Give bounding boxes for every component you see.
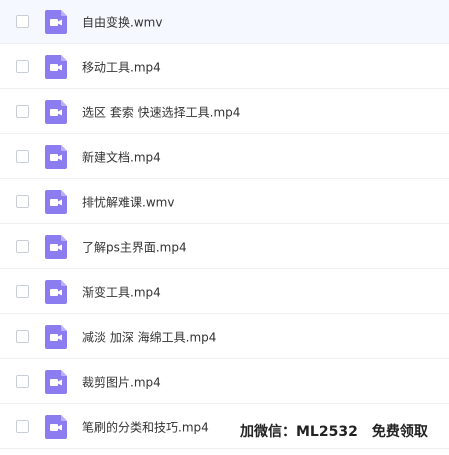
- video-file-icon: [45, 279, 67, 304]
- file-row[interactable]: 移动工具.mp4: [0, 45, 449, 89]
- video-file-icon: [45, 234, 67, 259]
- video-file-icon: [45, 144, 67, 169]
- file-name[interactable]: 了解ps主界面.mp4: [82, 238, 187, 255]
- video-file-icon: [45, 54, 67, 79]
- file-name[interactable]: 笔刷的分类和技巧.mp4: [82, 418, 209, 435]
- file-name[interactable]: 新建文档.mp4: [82, 148, 161, 165]
- file-checkbox[interactable]: [16, 14, 29, 28]
- file-row[interactable]: 选区 套索 快速选择工具.mp4: [0, 90, 449, 134]
- video-file-icon: [45, 99, 67, 124]
- file-name[interactable]: 排忧解难课.wmv: [82, 193, 174, 210]
- file-row[interactable]: 减淡 加深 海绵工具.mp4: [0, 315, 449, 359]
- file-checkbox[interactable]: [16, 149, 29, 163]
- video-file-icon: [45, 324, 67, 349]
- file-checkbox[interactable]: [16, 374, 29, 388]
- file-name[interactable]: 渐变工具.mp4: [82, 283, 161, 300]
- file-list: 自由变换.wmv 移动工具.mp4 选区 套索 快速选择工具.mp4 新建文档.…: [0, 0, 449, 455]
- file-name[interactable]: 减淡 加深 海绵工具.mp4: [82, 328, 216, 345]
- watermark-text: 加微信：ML2532 免费领取: [236, 419, 432, 443]
- file-name[interactable]: 自由变换.wmv: [82, 13, 162, 30]
- file-name[interactable]: 选区 套索 快速选择工具.mp4: [82, 103, 240, 120]
- file-checkbox[interactable]: [16, 284, 29, 298]
- video-file-icon: [45, 9, 67, 34]
- file-name[interactable]: 移动工具.mp4: [82, 58, 161, 75]
- file-checkbox[interactable]: [16, 104, 29, 118]
- file-row[interactable]: 自由变换.wmv: [0, 0, 449, 44]
- file-name[interactable]: 裁剪图片.mp4: [82, 373, 161, 390]
- file-checkbox[interactable]: [16, 59, 29, 73]
- video-file-icon: [45, 189, 67, 214]
- file-checkbox[interactable]: [16, 194, 29, 208]
- file-row[interactable]: 新建文档.mp4: [0, 135, 449, 179]
- file-row[interactable]: 裁剪图片.mp4: [0, 360, 449, 404]
- video-file-icon: [45, 414, 67, 439]
- file-row[interactable]: 了解ps主界面.mp4: [0, 225, 449, 269]
- file-checkbox[interactable]: [16, 419, 29, 433]
- file-row[interactable]: 排忧解难课.wmv: [0, 180, 449, 224]
- file-checkbox[interactable]: [16, 329, 29, 343]
- file-row[interactable]: 渐变工具.mp4: [0, 270, 449, 314]
- video-file-icon: [45, 369, 67, 394]
- file-checkbox[interactable]: [16, 239, 29, 253]
